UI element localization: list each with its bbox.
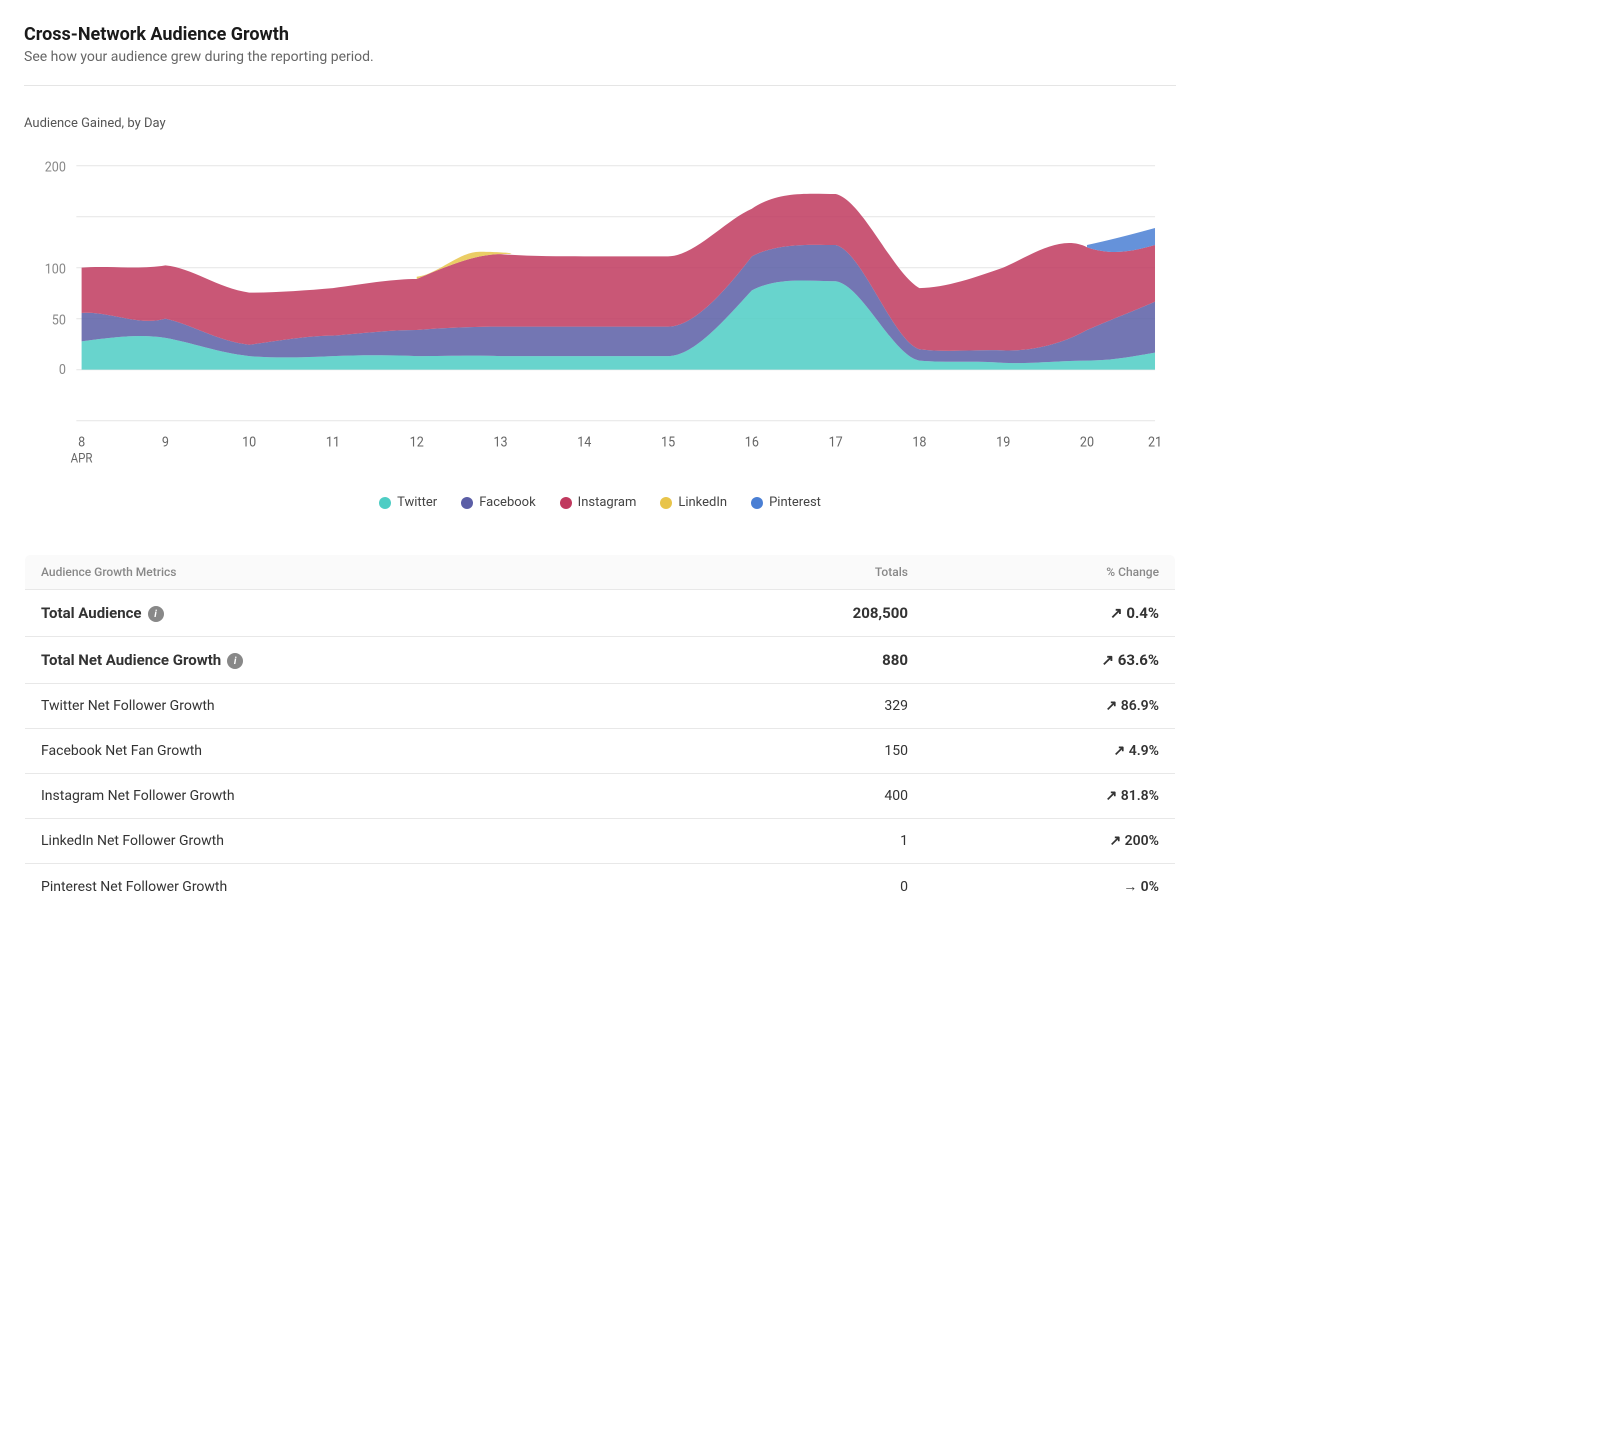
table-row: Instagram Net Follower Growth400↗ 81.8% xyxy=(25,774,1176,819)
metric-label: Total Net Audience Growthi xyxy=(25,637,681,684)
area-chart: 200 100 50 0 8 APR 9 10 11 12 13 14 xyxy=(24,143,1176,483)
table-row: Pinterest Net Follower Growth0→ 0% xyxy=(25,864,1176,910)
legend-label-linkedin: LinkedIn xyxy=(678,495,727,510)
metric-change: ↗ 200% xyxy=(924,819,1176,864)
col-header-totals: Totals xyxy=(680,555,924,590)
section-divider xyxy=(24,85,1176,86)
svg-text:16: 16 xyxy=(745,435,759,451)
legend-dot-instagram xyxy=(560,497,572,509)
legend-linkedin: LinkedIn xyxy=(660,495,727,510)
legend-twitter: Twitter xyxy=(379,495,437,510)
table-row: LinkedIn Net Follower Growth1↗ 200% xyxy=(25,819,1176,864)
metric-label: Facebook Net Fan Growth xyxy=(25,729,681,774)
svg-text:11: 11 xyxy=(326,435,340,451)
legend-dot-linkedin xyxy=(660,497,672,509)
metric-total: 880 xyxy=(680,637,924,684)
metric-label: LinkedIn Net Follower Growth xyxy=(25,819,681,864)
col-header-change: % Change xyxy=(924,555,1176,590)
metric-label: Instagram Net Follower Growth xyxy=(25,774,681,819)
svg-text:10: 10 xyxy=(242,435,256,451)
legend-dot-pinterest xyxy=(751,497,763,509)
metric-change: → 0% xyxy=(924,864,1176,910)
metrics-table: Audience Growth Metrics Totals % Change … xyxy=(24,554,1176,910)
svg-text:200: 200 xyxy=(45,160,66,176)
metric-change: ↗ 63.6% xyxy=(924,637,1176,684)
page-subtitle: See how your audience grew during the re… xyxy=(24,49,1176,65)
svg-text:17: 17 xyxy=(829,435,843,451)
metric-total: 1 xyxy=(680,819,924,864)
legend-instagram: Instagram xyxy=(560,495,637,510)
svg-text:15: 15 xyxy=(661,435,675,451)
legend-label-instagram: Instagram xyxy=(578,495,637,510)
metric-label: Twitter Net Follower Growth xyxy=(25,684,681,729)
metric-change: ↗ 81.8% xyxy=(924,774,1176,819)
chart-legend: Twitter Facebook Instagram LinkedIn Pint… xyxy=(24,495,1176,510)
legend-label-twitter: Twitter xyxy=(397,495,437,510)
legend-label-pinterest: Pinterest xyxy=(769,495,821,510)
col-header-metrics: Audience Growth Metrics xyxy=(25,555,681,590)
svg-text:12: 12 xyxy=(410,435,424,451)
svg-text:21: 21 xyxy=(1148,435,1162,451)
legend-facebook: Facebook xyxy=(461,495,535,510)
metric-change: ↗ 86.9% xyxy=(924,684,1176,729)
metric-total: 208,500 xyxy=(680,590,924,637)
svg-text:20: 20 xyxy=(1080,435,1094,451)
svg-text:9: 9 xyxy=(162,435,169,451)
svg-text:50: 50 xyxy=(52,313,66,329)
page-title: Cross-Network Audience Growth xyxy=(24,24,1176,45)
table-row: Total Net Audience Growthi880↗ 63.6% xyxy=(25,637,1176,684)
metric-total: 150 xyxy=(680,729,924,774)
metric-label: Pinterest Net Follower Growth xyxy=(25,864,681,910)
table-row: Twitter Net Follower Growth329↗ 86.9% xyxy=(25,684,1176,729)
legend-dot-facebook xyxy=(461,497,473,509)
metric-total: 400 xyxy=(680,774,924,819)
metric-change: ↗ 0.4% xyxy=(924,590,1176,637)
table-row: Total Audiencei208,500↗ 0.4% xyxy=(25,590,1176,637)
svg-text:13: 13 xyxy=(493,435,507,451)
legend-pinterest: Pinterest xyxy=(751,495,821,510)
svg-text:18: 18 xyxy=(912,435,926,451)
metric-label: Total Audiencei xyxy=(25,590,681,637)
metric-change: ↗ 4.9% xyxy=(924,729,1176,774)
svg-text:APR: APR xyxy=(71,451,93,466)
chart-section: Audience Gained, by Day 200 100 50 0 xyxy=(24,106,1176,530)
info-icon[interactable]: i xyxy=(227,653,243,669)
metric-total: 0 xyxy=(680,864,924,910)
svg-text:8: 8 xyxy=(78,435,85,451)
svg-text:100: 100 xyxy=(45,262,66,278)
legend-dot-twitter xyxy=(379,497,391,509)
svg-text:0: 0 xyxy=(59,363,66,379)
legend-label-facebook: Facebook xyxy=(479,495,535,510)
chart-y-label: Audience Gained, by Day xyxy=(24,116,1176,131)
svg-text:19: 19 xyxy=(996,435,1010,451)
metric-total: 329 xyxy=(680,684,924,729)
svg-text:14: 14 xyxy=(577,435,592,451)
metrics-header-row: Audience Growth Metrics Totals % Change xyxy=(25,555,1176,590)
table-row: Facebook Net Fan Growth150↗ 4.9% xyxy=(25,729,1176,774)
info-icon[interactable]: i xyxy=(148,606,164,622)
